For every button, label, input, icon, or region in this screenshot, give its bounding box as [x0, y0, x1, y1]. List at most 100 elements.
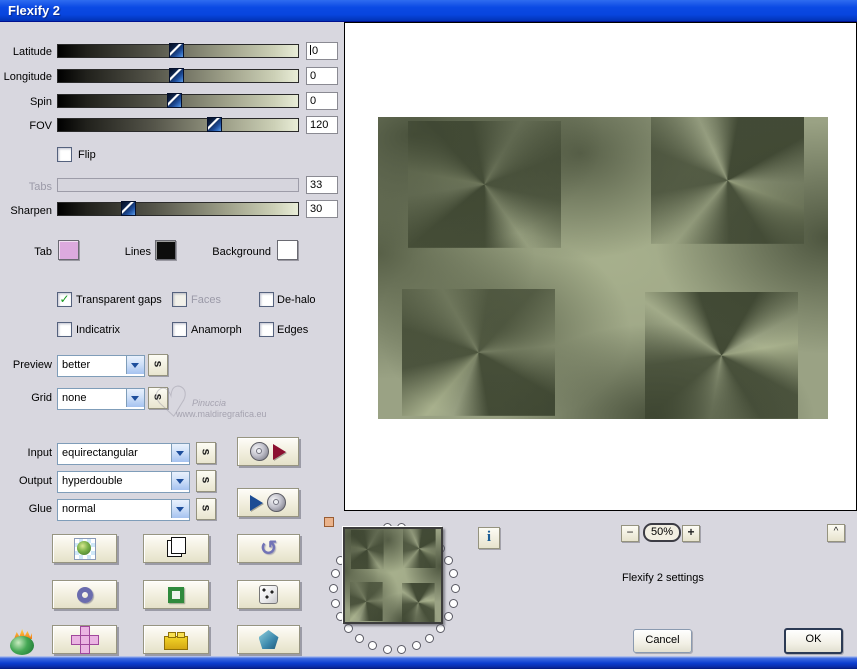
glue-label: Glue	[0, 503, 52, 516]
load-settings-button[interactable]	[237, 437, 299, 466]
glue-dropdown[interactable]: normal	[57, 499, 190, 521]
spin-value: 0	[310, 95, 316, 107]
randomize-button[interactable]	[237, 580, 300, 609]
flip-checkbox[interactable]	[57, 147, 72, 162]
background-color-swatch[interactable]	[277, 240, 298, 260]
preview-label: Preview	[0, 359, 52, 372]
save-settings-button[interactable]	[237, 488, 299, 517]
latitude-value-field[interactable]: 0	[306, 42, 338, 60]
longitude-slider-thumb[interactable]	[169, 68, 184, 83]
preview-reset-button[interactable]: s	[148, 354, 168, 376]
tabs-value-field[interactable]: 33	[306, 176, 338, 194]
copy-button[interactable]	[143, 534, 209, 563]
anamorph-checkbox[interactable]	[172, 322, 187, 337]
longitude-value-field[interactable]: 0	[306, 67, 338, 85]
navigator-thumbnail[interactable]	[343, 527, 443, 624]
de-halo-checkbox[interactable]	[259, 292, 274, 307]
ring-dot[interactable]	[368, 641, 377, 650]
output-label: Output	[0, 475, 52, 488]
brick-button[interactable]	[143, 625, 209, 654]
input-dropdown[interactable]: equirectangular	[57, 443, 190, 465]
fov-value-field[interactable]: 120	[306, 116, 338, 134]
s-icon: s	[149, 361, 167, 368]
ring-dot[interactable]	[425, 634, 434, 643]
latitude-value: 0	[312, 45, 318, 57]
ring-dot[interactable]	[355, 634, 364, 643]
tab-color-swatch[interactable]	[58, 240, 79, 260]
longitude-value: 0	[310, 70, 316, 82]
load-disc-icon	[250, 442, 269, 461]
preview-image[interactable]	[378, 117, 828, 419]
chevron-down-icon[interactable]	[171, 472, 189, 490]
chevron-down-icon[interactable]	[126, 389, 144, 407]
ring-dot[interactable]	[451, 584, 460, 593]
ring-dot[interactable]	[329, 584, 338, 593]
indicatrix-checkbox[interactable]	[57, 322, 72, 337]
s-icon: s	[197, 505, 215, 512]
cube-net-button[interactable]	[52, 625, 117, 654]
ring-dot[interactable]	[397, 645, 406, 654]
ring-dot[interactable]	[449, 599, 458, 608]
info-button[interactable]: i	[478, 527, 500, 549]
lines-color-label: Lines	[117, 246, 151, 259]
blue-play-icon	[250, 495, 263, 511]
polyhedron-button[interactable]	[237, 625, 300, 654]
open-image-button[interactable]	[52, 534, 117, 563]
ring-dot[interactable]	[344, 624, 353, 633]
chevron-down-icon[interactable]	[126, 356, 144, 374]
zoom-out-button[interactable]: −	[621, 525, 639, 542]
window-title: Flexify 2	[8, 3, 60, 18]
status-text: Flexify 2 settings	[622, 572, 704, 585]
glue-dropdown-value: normal	[62, 503, 96, 515]
sharpen-value-field[interactable]: 30	[306, 200, 338, 218]
input-label: Input	[0, 447, 52, 460]
glue-reset-button[interactable]: s	[196, 498, 216, 520]
preview-dropdown[interactable]: better	[57, 355, 145, 377]
ring-dot[interactable]	[412, 641, 421, 650]
output-dropdown[interactable]: hyperdouble	[57, 471, 190, 493]
ring-dot[interactable]	[331, 569, 340, 578]
sharpen-slider[interactable]	[57, 202, 299, 216]
anamorph-label: Anamorph	[191, 324, 242, 337]
background-color-label: Background	[205, 246, 271, 259]
ring-dot[interactable]	[436, 624, 445, 633]
tabs-value: 33	[310, 179, 322, 191]
output-reset-button[interactable]: s	[196, 470, 216, 492]
transparent-gaps-label: Transparent gaps	[76, 294, 162, 307]
spin-slider-thumb[interactable]	[167, 93, 182, 108]
fov-slider[interactable]	[57, 118, 299, 132]
fov-slider-thumb[interactable]	[207, 117, 222, 132]
spin-value-field[interactable]: 0	[306, 92, 338, 110]
ring-dot[interactable]	[383, 645, 392, 654]
preview-dropdown-value: better	[62, 359, 90, 371]
transparent-gaps-checkbox[interactable]: ✓	[57, 292, 72, 307]
thumbnail-image[interactable]	[345, 529, 441, 622]
chevron-down-icon[interactable]	[171, 500, 189, 518]
grid-dropdown[interactable]: none	[57, 388, 145, 410]
cube-net-icon	[71, 626, 98, 653]
zoom-level: 50%	[643, 523, 681, 542]
torus-button[interactable]	[52, 580, 117, 609]
ring-dot[interactable]	[444, 612, 453, 621]
de-halo-label: De-halo	[277, 294, 316, 307]
frame-button[interactable]	[143, 580, 209, 609]
cancel-button[interactable]: Cancel	[633, 629, 692, 653]
green-frame-icon	[168, 587, 184, 603]
sharpen-slider-thumb[interactable]	[121, 201, 136, 216]
input-reset-button[interactable]: s	[196, 442, 216, 464]
collapse-button[interactable]: ^	[827, 524, 845, 542]
caret-up-icon: ^	[834, 526, 839, 537]
edges-checkbox[interactable]	[259, 322, 274, 337]
chevron-down-icon[interactable]	[171, 444, 189, 462]
title-bar[interactable]: Flexify 2	[0, 0, 857, 22]
undo-button[interactable]: ↺	[237, 534, 300, 563]
minus-icon: −	[626, 525, 633, 539]
ring-dot[interactable]	[449, 569, 458, 578]
ok-button[interactable]: OK	[784, 628, 843, 654]
zoom-in-button[interactable]: +	[682, 525, 700, 542]
ring-dot[interactable]	[331, 599, 340, 608]
ring-dot[interactable]	[444, 556, 453, 565]
navigator-handle[interactable]	[324, 517, 334, 527]
latitude-slider-thumb[interactable]	[169, 43, 184, 58]
lines-color-swatch[interactable]	[155, 240, 176, 260]
